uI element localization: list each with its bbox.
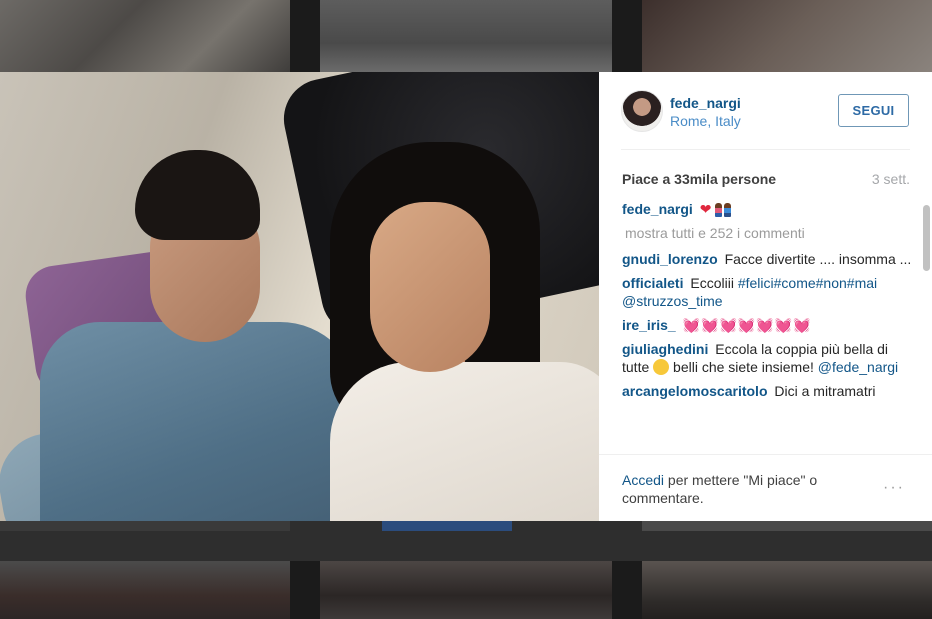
feed-thumbnail[interactable] bbox=[642, 521, 932, 531]
post-header: fede_nargi Rome, Italy SEGUI bbox=[599, 72, 932, 150]
scrollbar-thumb[interactable] bbox=[923, 205, 930, 271]
post-modal: fede_nargi Rome, Italy SEGUI Piace a 33m… bbox=[0, 72, 932, 521]
login-link[interactable]: Accedi bbox=[622, 472, 664, 488]
likes-count[interactable]: Piace a 33mila persone bbox=[622, 171, 776, 187]
post-sidebar: fede_nargi Rome, Italy SEGUI Piace a 33m… bbox=[599, 72, 932, 521]
comment-mention[interactable]: @struzzos_time bbox=[622, 293, 723, 309]
comment-text-continued: belli che siete insieme! bbox=[673, 359, 814, 375]
heart-emoji: ❤ bbox=[699, 201, 712, 217]
feed-thumbnail[interactable] bbox=[0, 561, 290, 619]
comment-mention[interactable]: @fede_nargi bbox=[818, 359, 898, 375]
comment-item: gnudi_lorenzo Facce divertite .... insom… bbox=[622, 250, 914, 268]
comment-text: Dici a mitramatri bbox=[774, 383, 876, 399]
feed-thumbnail[interactable] bbox=[642, 0, 932, 72]
comment-list[interactable]: fede_nargi ❤ mostra tutti e 252 i commen… bbox=[622, 200, 914, 455]
comment-item: ire_iris_ 💓💓💓💓💓💓💓 bbox=[622, 316, 914, 334]
feed-thumbnail[interactable] bbox=[0, 0, 290, 72]
photo-woman-face bbox=[370, 202, 490, 372]
follow-button[interactable]: SEGUI bbox=[838, 94, 909, 127]
photo-man-hair bbox=[135, 150, 260, 240]
comment-item: officialeti Eccoliii #felici#come#non#ma… bbox=[622, 274, 914, 310]
photo-woman-top bbox=[330, 362, 599, 521]
feed-thumbnail[interactable] bbox=[0, 521, 290, 531]
comment-hashtags[interactable]: #felici#come#non#mai bbox=[738, 275, 877, 291]
comment-item: giuliaghedini Eccola la coppia più bella… bbox=[622, 340, 914, 376]
header-divider bbox=[621, 149, 910, 150]
photo-shirt bbox=[40, 322, 360, 521]
comment-text: 💓💓💓💓💓💓💓 bbox=[682, 317, 812, 333]
comment-username[interactable]: gnudi_lorenzo bbox=[622, 251, 718, 267]
footer-divider bbox=[599, 454, 932, 455]
post-location[interactable]: Rome, Italy bbox=[670, 113, 741, 129]
avatar[interactable] bbox=[621, 90, 663, 132]
comment-username[interactable]: ire_iris_ bbox=[622, 317, 676, 333]
post-username[interactable]: fede_nargi bbox=[670, 95, 741, 111]
comments-scrollbar[interactable] bbox=[923, 202, 930, 457]
post-age[interactable]: 3 sett. bbox=[872, 171, 910, 187]
login-prompt: Accedi per mettere "Mi piace" o commenta… bbox=[622, 471, 872, 507]
feed-thumbnail[interactable] bbox=[642, 561, 932, 619]
post-photo[interactable] bbox=[0, 72, 599, 521]
smiling-heart-eyes-icon bbox=[653, 359, 670, 375]
comment-username[interactable]: officialeti bbox=[622, 275, 683, 291]
more-options-icon[interactable]: ··· bbox=[883, 479, 905, 497]
feed-thumbnail[interactable] bbox=[320, 561, 612, 619]
feed-thumbnail[interactable] bbox=[320, 0, 612, 72]
couple-emoji-icon bbox=[715, 201, 733, 217]
comment-text: Eccoliii bbox=[690, 275, 734, 291]
feed-thumbnail[interactable] bbox=[382, 521, 512, 531]
comment-text: Facce divertite .... insomma ... bbox=[724, 251, 912, 267]
show-all-comments-link[interactable]: mostra tutti e 252 i commenti bbox=[625, 224, 914, 242]
caption: fede_nargi ❤ bbox=[622, 200, 914, 218]
comment-username[interactable]: arcangelomoscaritolo bbox=[622, 383, 768, 399]
caption-username[interactable]: fede_nargi bbox=[622, 201, 693, 217]
comment-item: arcangelomoscaritolo Dici a mitramatri bbox=[622, 382, 914, 400]
comment-username[interactable]: giuliaghedini bbox=[622, 341, 708, 357]
